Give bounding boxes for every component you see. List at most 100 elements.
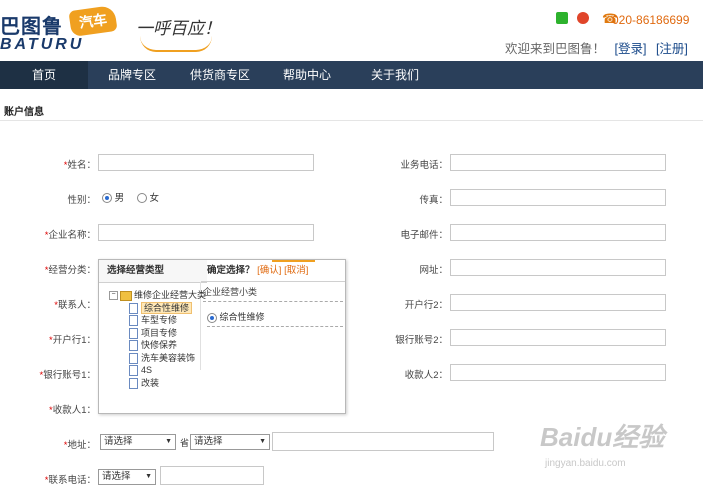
site-header: 巴图鲁 汽车 BATURU 一呼百应！ ☎ 020-86186699 欢迎来到巴… bbox=[0, 0, 703, 60]
document-icon bbox=[129, 315, 138, 327]
email-label: 电子邮件： bbox=[400, 230, 448, 241]
document-icon bbox=[129, 327, 138, 339]
tree-item[interactable]: 4S bbox=[109, 364, 206, 377]
tree-item[interactable]: 洗车美容装饰 bbox=[109, 352, 206, 365]
social-icons bbox=[556, 12, 595, 28]
tree-item-label: 快修保养 bbox=[141, 340, 178, 350]
subcategory-option-label: 综合性维修 bbox=[219, 312, 265, 322]
website-label: 网址： bbox=[419, 265, 448, 276]
logo-chinese[interactable]: 巴图鲁 bbox=[0, 10, 63, 39]
website-input[interactable] bbox=[450, 259, 666, 276]
tree-item[interactable]: 快修保养 bbox=[109, 339, 206, 352]
picker-type-header: 选择经营类型 bbox=[99, 260, 207, 283]
login-link[interactable]: [登录] bbox=[615, 42, 647, 56]
tree-item-label: 车型专修 bbox=[141, 315, 178, 325]
required-marker: * bbox=[44, 475, 49, 486]
bank1-label: *开户行1： bbox=[49, 335, 96, 346]
wechat-icon[interactable] bbox=[556, 12, 568, 24]
gender-female-label: 女 bbox=[149, 193, 159, 204]
tree-item-label: 综合性维修 bbox=[141, 301, 193, 314]
required-marker: * bbox=[49, 405, 53, 416]
section-divider bbox=[0, 120, 703, 121]
document-icon bbox=[129, 302, 138, 314]
logo-badge: 汽车 bbox=[68, 4, 118, 38]
gender-label: 性别： bbox=[67, 195, 96, 206]
watermark-url: jingyan.baidu.com bbox=[545, 458, 626, 469]
account2-label: 银行账号2： bbox=[395, 335, 448, 346]
work-phone-input[interactable] bbox=[450, 154, 666, 171]
required-marker: * bbox=[44, 265, 49, 276]
required-marker: * bbox=[39, 370, 44, 381]
nav-supplier[interactable]: 供货商专区 bbox=[180, 61, 260, 89]
document-icon bbox=[129, 352, 138, 364]
popup-accent-bar bbox=[272, 260, 315, 262]
province-select[interactable]: 请选择 ▼ bbox=[100, 434, 176, 450]
address-detail-input[interactable] bbox=[272, 432, 494, 451]
province-suffix: 省 bbox=[180, 438, 190, 448]
chevron-down-icon: ▼ bbox=[145, 473, 152, 480]
bank2-input[interactable] bbox=[450, 294, 666, 311]
email-input[interactable] bbox=[450, 224, 666, 241]
tree-item[interactable]: 改装 bbox=[109, 377, 206, 390]
subcategory-title: 企业经营小类 bbox=[203, 285, 343, 302]
payee1-label: *收款人1： bbox=[49, 405, 96, 416]
fax-label: 传真： bbox=[419, 195, 448, 206]
bank2-label: 开户行2： bbox=[404, 300, 448, 311]
tree-root-label: 维修企业经营大类 bbox=[134, 290, 207, 300]
gender-options: 男 女 bbox=[102, 190, 159, 204]
payee2-input[interactable] bbox=[450, 364, 666, 381]
collapse-icon[interactable]: − bbox=[109, 291, 118, 301]
phone-input[interactable] bbox=[160, 466, 264, 485]
phone-area-select-value: 请选择 bbox=[102, 471, 131, 482]
welcome-bar: 欢迎来到巴图鲁！ [登录] [注册] bbox=[505, 38, 688, 57]
required-marker: * bbox=[54, 300, 58, 311]
tree-root[interactable]: − 维修企业经营大类 bbox=[109, 289, 206, 302]
payee2-label: 收款人2： bbox=[404, 370, 448, 381]
cancel-link[interactable]: [取消] bbox=[284, 265, 308, 276]
section-title: 账户信息 bbox=[4, 107, 44, 118]
phone-label: *联系电话： bbox=[44, 475, 96, 486]
tree-item-label: 改装 bbox=[141, 377, 160, 388]
welcome-text: 欢迎来到巴图鲁！ bbox=[505, 42, 606, 56]
weibo-icon[interactable] bbox=[576, 12, 589, 24]
account2-input[interactable] bbox=[450, 329, 666, 346]
hotline-number: 020-86186699 bbox=[612, 13, 690, 27]
tree-item-label: 4S bbox=[141, 365, 153, 375]
required-marker: * bbox=[63, 160, 68, 171]
logo-english[interactable]: BATURU bbox=[0, 36, 84, 54]
company-label: *企业名称： bbox=[44, 230, 96, 241]
chevron-down-icon: ▼ bbox=[165, 438, 172, 445]
tree-item[interactable]: 车型专修 bbox=[109, 314, 206, 327]
document-icon bbox=[129, 340, 138, 352]
tree-item-label: 洗车美容装饰 bbox=[141, 352, 196, 363]
confirm-question: 确定选择？ bbox=[207, 265, 255, 276]
watermark-logo: Baidu经验 bbox=[540, 422, 665, 452]
gender-male-radio[interactable] bbox=[102, 193, 112, 204]
address-label: *地址： bbox=[63, 440, 96, 451]
required-marker: * bbox=[44, 230, 49, 241]
city-select[interactable]: 请选择 ▼ bbox=[190, 434, 270, 450]
required-marker: * bbox=[49, 335, 53, 346]
company-input[interactable] bbox=[98, 224, 314, 241]
tree-item[interactable]: 综合性维修 bbox=[109, 301, 206, 315]
register-link[interactable]: [注册] bbox=[656, 42, 688, 56]
subcategory-option[interactable]: 综合性维修 bbox=[207, 310, 343, 327]
document-icon bbox=[129, 377, 138, 389]
fax-input[interactable] bbox=[450, 189, 666, 206]
name-input[interactable] bbox=[98, 154, 314, 171]
nav-about[interactable]: 关于我们 bbox=[360, 61, 430, 89]
phone-area-select[interactable]: 请选择 ▼ bbox=[98, 469, 156, 485]
required-marker: * bbox=[63, 440, 68, 451]
nav-brand[interactable]: 品牌专区 bbox=[96, 61, 168, 89]
confirm-link[interactable]: [确认] bbox=[257, 265, 281, 276]
name-label: *姓名： bbox=[63, 160, 96, 171]
tree-item[interactable]: 项目专修 bbox=[109, 327, 206, 340]
document-icon bbox=[129, 365, 138, 377]
chevron-down-icon: ▼ bbox=[259, 438, 266, 445]
gender-female-radio[interactable] bbox=[136, 193, 147, 204]
subcategory-radio[interactable] bbox=[207, 312, 217, 323]
nav-home[interactable]: 首页 bbox=[0, 61, 88, 89]
contact-label: *联系人： bbox=[54, 300, 96, 311]
nav-help[interactable]: 帮助中心 bbox=[272, 61, 342, 89]
city-select-value: 请选择 bbox=[194, 436, 223, 447]
